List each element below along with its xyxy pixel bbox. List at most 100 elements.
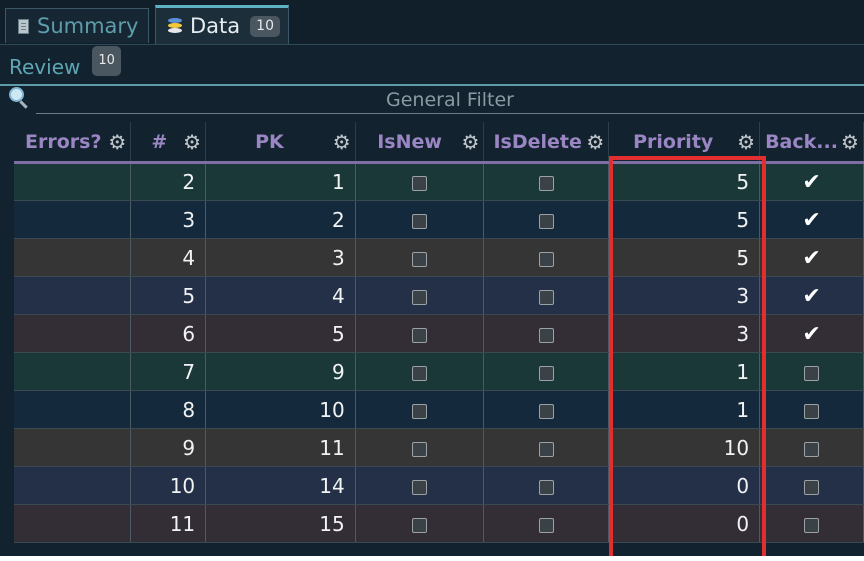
gear-icon[interactable]: ⚙ bbox=[461, 132, 479, 152]
table-row[interactable]: 2 1 5 ✔ bbox=[14, 162, 864, 201]
cell-isdelete[interactable] bbox=[483, 390, 610, 429]
gear-icon[interactable]: ⚙ bbox=[737, 132, 755, 152]
gear-icon[interactable]: ⚙ bbox=[183, 132, 201, 152]
cell-pk: 2 bbox=[205, 200, 356, 239]
checkbox[interactable] bbox=[538, 403, 554, 419]
checkmark-icon[interactable]: ✔ bbox=[802, 285, 820, 307]
gear-icon[interactable]: ⚙ bbox=[108, 132, 126, 152]
checkbox[interactable] bbox=[412, 441, 428, 457]
checkbox[interactable] bbox=[804, 517, 820, 533]
checkbox[interactable] bbox=[412, 365, 428, 381]
cell-back[interactable]: ✔ bbox=[759, 162, 864, 201]
checkbox[interactable] bbox=[412, 251, 428, 267]
review-count-badge: 10 bbox=[92, 46, 121, 76]
column-header-back[interactable]: Back... ⚙ bbox=[759, 122, 864, 164]
database-icon bbox=[168, 18, 182, 34]
checkbox[interactable] bbox=[804, 365, 820, 381]
column-header-label: IsNew bbox=[377, 130, 442, 153]
tab-summary[interactable]: Summary bbox=[5, 8, 149, 43]
column-header-isnew[interactable]: IsNew ⚙ bbox=[355, 122, 485, 164]
column-header-priority[interactable]: Priority ⚙ bbox=[608, 122, 761, 164]
table-row[interactable]: 4 3 5 ✔ bbox=[14, 238, 864, 277]
gear-icon[interactable]: ⚙ bbox=[586, 132, 604, 152]
checkbox[interactable] bbox=[804, 441, 820, 457]
cell-isdelete[interactable] bbox=[483, 200, 610, 239]
checkbox[interactable] bbox=[538, 365, 554, 381]
checkbox[interactable] bbox=[412, 517, 428, 533]
checkbox[interactable] bbox=[538, 289, 554, 305]
checkmark-icon[interactable]: ✔ bbox=[802, 172, 820, 194]
checkmark-icon[interactable]: ✔ bbox=[802, 323, 820, 345]
checkbox[interactable] bbox=[412, 213, 428, 229]
checkbox[interactable] bbox=[804, 403, 820, 419]
cell-isdelete[interactable] bbox=[483, 466, 610, 505]
cell-isnew[interactable] bbox=[355, 238, 485, 277]
tab-data-count-badge: 10 bbox=[250, 15, 280, 37]
cell-back[interactable] bbox=[759, 390, 864, 429]
checkbox[interactable] bbox=[804, 479, 820, 495]
checkbox[interactable] bbox=[412, 479, 428, 495]
cell-back[interactable]: ✔ bbox=[759, 238, 864, 277]
cell-isnew[interactable] bbox=[355, 162, 485, 201]
gear-icon[interactable]: ⚙ bbox=[841, 132, 859, 152]
checkbox[interactable] bbox=[412, 289, 428, 305]
cell-back[interactable] bbox=[759, 352, 864, 391]
checkbox[interactable] bbox=[538, 251, 554, 267]
cell-back[interactable]: ✔ bbox=[759, 314, 864, 353]
checkbox[interactable] bbox=[538, 213, 554, 229]
checkmark-icon[interactable]: ✔ bbox=[802, 209, 820, 231]
cell-isnew[interactable] bbox=[355, 466, 485, 505]
general-filter-input[interactable] bbox=[36, 86, 864, 114]
cell-back[interactable]: ✔ bbox=[759, 276, 864, 315]
checkbox[interactable] bbox=[538, 327, 554, 343]
search-icon[interactable] bbox=[9, 87, 31, 109]
column-header-errors[interactable]: Errors? ⚙ bbox=[14, 122, 132, 164]
table-row[interactable]: 10 14 0 bbox=[14, 466, 864, 505]
cell-isnew[interactable] bbox=[355, 314, 485, 353]
cell-isnew[interactable] bbox=[355, 428, 485, 467]
checkbox[interactable] bbox=[538, 479, 554, 495]
checkbox[interactable] bbox=[412, 176, 428, 191]
cell-back[interactable]: ✔ bbox=[759, 200, 864, 239]
column-header-num[interactable]: # ⚙ bbox=[130, 122, 207, 164]
cell-back[interactable] bbox=[759, 504, 864, 543]
cell-isnew[interactable] bbox=[355, 390, 485, 429]
table-row[interactable]: 79 1 bbox=[14, 352, 864, 391]
cell-isdelete[interactable] bbox=[483, 352, 610, 391]
table-row[interactable]: 8 10 1 bbox=[14, 390, 864, 429]
cell-isdelete[interactable] bbox=[483, 162, 610, 201]
table-row[interactable]: 9 11 10 bbox=[14, 428, 864, 467]
cell-errors bbox=[14, 466, 132, 505]
tab-data[interactable]: Data 10 bbox=[155, 5, 289, 44]
cell-num: 6 bbox=[130, 314, 207, 353]
gear-icon[interactable]: ⚙ bbox=[333, 132, 351, 152]
cell-back[interactable] bbox=[759, 428, 864, 467]
checkmark-icon[interactable]: ✔ bbox=[802, 247, 820, 269]
cell-isdelete[interactable] bbox=[483, 314, 610, 353]
checkbox[interactable] bbox=[412, 403, 428, 419]
table-row[interactable]: 6 5 3 ✔ bbox=[14, 314, 864, 353]
cell-isdelete[interactable] bbox=[483, 504, 610, 543]
tab-data-label: Data bbox=[190, 14, 241, 38]
checkbox[interactable] bbox=[412, 327, 428, 343]
cell-isnew[interactable] bbox=[355, 352, 485, 391]
checkbox[interactable] bbox=[538, 441, 554, 457]
cell-isdelete[interactable] bbox=[483, 276, 610, 315]
cell-isnew[interactable] bbox=[355, 276, 485, 315]
cell-errors bbox=[14, 390, 132, 429]
column-header-isdelete[interactable]: IsDelete ⚙ bbox=[483, 122, 610, 164]
cell-isnew[interactable] bbox=[355, 504, 485, 543]
cell-isdelete[interactable] bbox=[483, 238, 610, 277]
checkbox[interactable] bbox=[538, 517, 554, 533]
cell-priority: 3 bbox=[608, 314, 761, 353]
cell-isdelete[interactable] bbox=[483, 428, 610, 467]
cell-isnew[interactable] bbox=[355, 200, 485, 239]
cell-priority: 5 bbox=[608, 200, 761, 239]
table-row[interactable]: 3 2 5 ✔ bbox=[14, 200, 864, 239]
table-row[interactable]: 11 15 0 bbox=[14, 504, 864, 543]
table-row[interactable]: 5 4 3 ✔ bbox=[14, 276, 864, 315]
checkbox[interactable] bbox=[538, 176, 554, 191]
grid-header-row: Errors? ⚙ # ⚙ PK ⚙ IsNew ⚙ IsDelete ⚙ Priorit… bbox=[14, 122, 864, 164]
column-header-pk[interactable]: PK ⚙ bbox=[205, 122, 356, 164]
cell-back[interactable] bbox=[759, 466, 864, 505]
